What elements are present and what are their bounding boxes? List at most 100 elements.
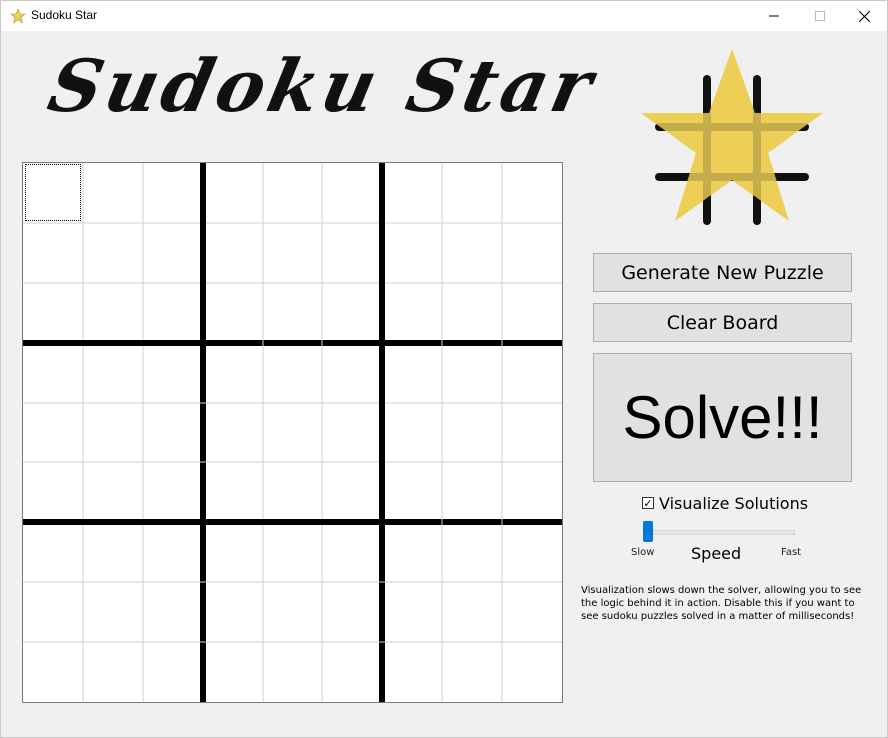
grid-cell[interactable] <box>23 522 83 582</box>
grid-cell[interactable] <box>83 462 143 522</box>
sudoku-grid[interactable] <box>22 162 563 703</box>
grid-cell[interactable] <box>442 343 502 403</box>
maximize-icon <box>815 11 825 21</box>
grid-cell[interactable] <box>382 343 442 403</box>
grid-cell[interactable] <box>502 343 562 403</box>
grid-cell[interactable] <box>83 403 143 463</box>
checkmark-icon: ✓ <box>643 496 653 510</box>
grid-cell[interactable] <box>143 403 203 463</box>
grid-cell[interactable] <box>83 163 143 223</box>
grid-cell[interactable] <box>322 283 382 343</box>
grid-cell[interactable] <box>143 522 203 582</box>
slow-label: Slow <box>631 547 655 558</box>
grid-cell[interactable] <box>322 163 382 223</box>
grid-cell[interactable] <box>23 223 83 283</box>
grid-cell[interactable] <box>442 403 502 463</box>
grid-cell[interactable] <box>382 582 442 642</box>
grid-cell[interactable] <box>322 522 382 582</box>
grid-cell[interactable] <box>143 642 203 702</box>
grid-cell[interactable] <box>502 283 562 343</box>
app-window: Sudoku Star Sudoku Star Generate New Puz… <box>0 0 888 738</box>
grid-cell[interactable] <box>23 403 83 463</box>
grid-cell[interactable] <box>143 223 203 283</box>
grid-cell[interactable] <box>83 582 143 642</box>
grid-cell[interactable] <box>502 642 562 702</box>
grid-cell[interactable] <box>263 462 323 522</box>
grid-cell[interactable] <box>382 642 442 702</box>
grid-cell[interactable] <box>143 343 203 403</box>
grid-cell[interactable] <box>23 283 83 343</box>
grid-cell[interactable] <box>263 223 323 283</box>
grid-cell[interactable] <box>263 642 323 702</box>
grid-cell[interactable] <box>203 283 263 343</box>
grid-cell[interactable] <box>203 223 263 283</box>
grid-cell[interactable] <box>382 403 442 463</box>
grid-cell[interactable] <box>322 642 382 702</box>
grid-cell[interactable] <box>203 163 263 223</box>
grid-cell[interactable] <box>382 522 442 582</box>
grid-cell[interactable] <box>263 283 323 343</box>
grid-cell[interactable] <box>442 522 502 582</box>
solve-button[interactable]: Solve!!! <box>593 353 852 482</box>
grid-cell[interactable] <box>83 642 143 702</box>
grid-cell[interactable] <box>203 403 263 463</box>
grid-cell[interactable] <box>203 642 263 702</box>
clear-board-button[interactable]: Clear Board <box>593 303 852 342</box>
grid-cell[interactable] <box>442 642 502 702</box>
grid-cell[interactable] <box>442 283 502 343</box>
grid-cell[interactable] <box>203 343 263 403</box>
grid-cell[interactable] <box>83 522 143 582</box>
grid-cell[interactable] <box>263 582 323 642</box>
star-icon <box>10 8 26 24</box>
minimize-icon <box>769 15 779 17</box>
grid-cell[interactable] <box>322 223 382 283</box>
visualize-checkbox[interactable]: ✓ <box>642 497 654 509</box>
grid-cell[interactable] <box>382 462 442 522</box>
grid-cell[interactable] <box>502 582 562 642</box>
close-button[interactable] <box>841 1 887 31</box>
window-title: Sudoku Star <box>31 8 98 22</box>
title-bar[interactable]: Sudoku Star <box>1 1 887 31</box>
grid-cell[interactable] <box>143 462 203 522</box>
grid-cell[interactable] <box>322 343 382 403</box>
grid-cell[interactable] <box>263 522 323 582</box>
grid-cell[interactable] <box>502 522 562 582</box>
grid-cell[interactable] <box>263 403 323 463</box>
grid-cell[interactable] <box>442 582 502 642</box>
grid-cell[interactable] <box>322 582 382 642</box>
grid-cell[interactable] <box>143 582 203 642</box>
grid-cell[interactable] <box>23 343 83 403</box>
grid-cell[interactable] <box>442 163 502 223</box>
grid-cell[interactable] <box>83 343 143 403</box>
grid-cell[interactable] <box>263 343 323 403</box>
grid-cell[interactable] <box>23 582 83 642</box>
minimize-button[interactable] <box>751 1 797 31</box>
speed-slider[interactable] <box>641 519 795 545</box>
grid-cell[interactable] <box>23 462 83 522</box>
slider-thumb[interactable] <box>643 521 653 542</box>
generate-puzzle-button[interactable]: Generate New Puzzle <box>593 253 852 292</box>
grid-cell[interactable] <box>502 403 562 463</box>
grid-cell[interactable] <box>143 163 203 223</box>
grid-cell[interactable] <box>502 462 562 522</box>
grid-cell[interactable] <box>203 522 263 582</box>
grid-cell[interactable] <box>502 223 562 283</box>
grid-cell[interactable] <box>382 163 442 223</box>
grid-cell[interactable] <box>322 462 382 522</box>
maximize-button[interactable] <box>797 1 843 31</box>
grid-cell[interactable] <box>23 642 83 702</box>
grid-cell[interactable] <box>83 223 143 283</box>
grid-cell[interactable] <box>442 462 502 522</box>
visualize-label: Visualize Solutions <box>659 493 809 513</box>
grid-cell[interactable] <box>83 283 143 343</box>
grid-cell[interactable] <box>442 223 502 283</box>
grid-cell[interactable] <box>263 163 323 223</box>
grid-cell[interactable] <box>382 283 442 343</box>
grid-cell[interactable] <box>143 283 203 343</box>
grid-cell[interactable] <box>382 223 442 283</box>
grid-cell[interactable] <box>502 163 562 223</box>
grid-cell[interactable] <box>203 582 263 642</box>
grid-cell[interactable] <box>203 462 263 522</box>
grid-cell[interactable] <box>322 403 382 463</box>
visualize-checkbox-row[interactable]: ✓ Visualize Solutions <box>642 493 808 513</box>
